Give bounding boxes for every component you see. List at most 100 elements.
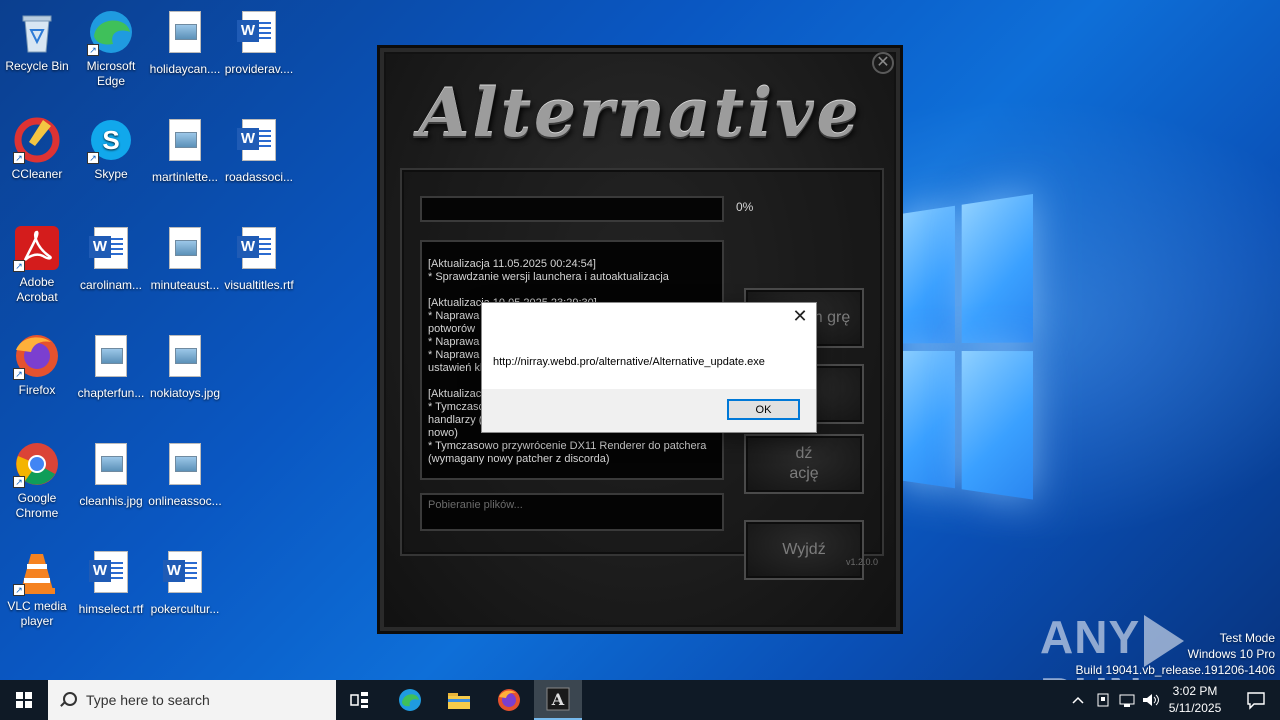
edge-icon — [399, 689, 421, 711]
desktop-icon-label: roadassoci... — [224, 170, 294, 184]
desktop-icon[interactable]: ↗ Adobe Acrobat — [0, 224, 74, 305]
desktop-icon[interactable]: Recycle Bin — [0, 8, 74, 74]
desktop-icon[interactable]: minuteaust... — [148, 224, 222, 293]
desktop-icon[interactable]: Wcarolinam... — [74, 224, 148, 293]
task-view-icon — [350, 692, 368, 708]
svg-text:A: A — [551, 690, 565, 709]
taskbar-clock[interactable]: 3:02 PM 5/11/2025 — [1160, 683, 1230, 717]
image-file-icon — [87, 335, 135, 383]
desktop-icon[interactable]: Wvisualtitles.rtf — [222, 224, 296, 293]
desktop-icon[interactable]: ↗ Microsoft Edge — [74, 8, 148, 89]
desktop-icon-label: providerav.... — [224, 62, 294, 76]
log-entry: [Aktualizacja 11.05.2025 00:24:54] * Spr… — [428, 258, 669, 283]
test-mode-label: Test Mode — [1219, 631, 1275, 645]
network-icon[interactable] — [1116, 690, 1140, 710]
start-button[interactable] — [0, 680, 48, 720]
ccleaner-icon: ↗ — [13, 116, 61, 164]
desktop-icon[interactable]: chapterfun... — [74, 332, 148, 401]
taskbar: Type here to search A 3:02 PM 5/11/2025 — [0, 680, 1280, 720]
image-file-icon — [161, 227, 209, 275]
image-file-icon — [161, 443, 209, 491]
desktop-icon-label: cleanhis.jpg — [79, 494, 143, 508]
taskbar-firefox[interactable] — [485, 680, 533, 720]
dialog-close-button[interactable]: ✕ — [790, 306, 810, 326]
desktop-icon-label: Microsoft Edge — [86, 59, 136, 88]
desktop-icon[interactable]: ↗ VLC media player — [0, 548, 74, 629]
ok-button[interactable]: OK — [727, 399, 800, 420]
desktop-icon[interactable]: Whimselect.rtf — [74, 548, 148, 617]
desktop-icon[interactable]: Wproviderav.... — [222, 8, 296, 77]
desktop-icon[interactable]: Wroadassoci... — [222, 116, 296, 185]
test-mode-watermark: Test Mode Windows 10 Pro Build 19041.vb_… — [1076, 630, 1276, 678]
acrobat-icon: ↗ — [13, 224, 61, 272]
vlc-icon: ↗ — [13, 548, 61, 596]
word-file-icon: W — [235, 119, 283, 167]
desktop-icon-label: onlineassoc... — [148, 494, 222, 508]
launcher-title: Alternative — [418, 74, 862, 152]
desktop-icon-label: CCleaner — [11, 167, 63, 181]
update-button[interactable]: dź ację — [744, 434, 864, 494]
download-progress-bar — [420, 196, 724, 222]
notification-icon — [1247, 692, 1265, 710]
download-status: Pobieranie plików... — [420, 493, 724, 531]
skype-icon: S ↗ — [87, 116, 135, 164]
windows-wallpaper-logo — [896, 193, 1034, 506]
exit-button[interactable]: Wyjdź — [744, 520, 864, 580]
desktop-icon[interactable]: holidaycan.... — [148, 8, 222, 77]
task-view-button[interactable] — [336, 680, 384, 720]
desktop-icon-label: martinlette... — [151, 170, 219, 184]
desktop-icon[interactable]: ↗ CCleaner — [0, 116, 74, 182]
chevron-up-icon[interactable] — [1068, 690, 1088, 710]
desktop-icon-label: nokiatoys.jpg — [149, 386, 221, 400]
desktop-icon-label: Skype — [94, 167, 128, 181]
desktop-icon-label: carolinam... — [79, 278, 143, 292]
windows-start-icon — [16, 692, 32, 708]
desktop-icon-label: minuteaust... — [150, 278, 220, 292]
desktop-icon[interactable]: ↗ Google Chrome — [0, 440, 74, 521]
desktop-icon[interactable]: martinlette... — [148, 116, 222, 185]
system-tray — [1068, 680, 1164, 720]
dialog-message: http://nirray.webd.pro/alternative/Alter… — [493, 356, 765, 368]
word-file-icon: W — [161, 551, 209, 599]
desktop-icon[interactable]: Wpokercultur... — [148, 548, 222, 617]
taskbar-search[interactable]: Type here to search — [48, 680, 336, 720]
desktop-icon-label: Adobe Acrobat — [16, 275, 58, 304]
clock-time: 3:02 PM — [1172, 684, 1218, 698]
progress-percent: 0% — [736, 200, 754, 214]
taskbar-edge[interactable] — [386, 680, 434, 720]
desktop-icon-label: chapterfun... — [77, 386, 145, 400]
desktop-icon-label: holidaycan.... — [149, 62, 221, 76]
desktop-icon[interactable]: ↗ Firefox — [0, 332, 74, 398]
edge-icon: ↗ — [87, 8, 135, 56]
usb-device-icon[interactable] — [1092, 690, 1116, 710]
firefox-icon: ↗ — [13, 332, 61, 380]
version-label: v1.2.0.0 — [845, 557, 878, 567]
alternative-app-icon: A — [546, 687, 570, 711]
desktop-icon-label: Firefox — [18, 383, 56, 397]
taskbar-file-explorer[interactable] — [435, 680, 483, 720]
desktop-icon[interactable]: cleanhis.jpg — [74, 440, 148, 509]
desktop-icon[interactable]: onlineassoc... — [148, 440, 222, 509]
desktop-icon-label: VLC media player — [7, 599, 67, 628]
word-file-icon: W — [87, 551, 135, 599]
desktop-icon[interactable]: nokiatoys.jpg — [148, 332, 222, 401]
desktop-icon-label: Recycle Bin — [5, 59, 69, 73]
image-file-icon — [87, 443, 135, 491]
launcher-close-button[interactable]: ✕ — [872, 52, 894, 74]
search-icon — [60, 692, 77, 708]
build-label: Build 19041.vb_release.191206-1406 — [1075, 663, 1276, 677]
desktop-icon-label: Google Chrome — [15, 491, 59, 520]
image-file-icon — [161, 11, 209, 59]
chrome-icon: ↗ — [13, 440, 61, 488]
svg-text:S: S — [102, 125, 119, 155]
desktop-icon-label: himselect.rtf — [78, 602, 144, 616]
taskbar-alternative-launcher[interactable]: A — [534, 680, 582, 720]
windows-edition-label: Windows 10 Pro — [1187, 647, 1275, 661]
word-file-icon: W — [87, 227, 135, 275]
message-dialog: ✕ http://nirray.webd.pro/alternative/Alt… — [481, 302, 817, 433]
desktop-icon[interactable]: S ↗ Skype — [74, 116, 148, 182]
image-file-icon — [161, 335, 209, 383]
action-center-button[interactable] — [1232, 680, 1280, 720]
firefox-icon — [498, 689, 520, 711]
dialog-footer: OK — [482, 389, 816, 432]
